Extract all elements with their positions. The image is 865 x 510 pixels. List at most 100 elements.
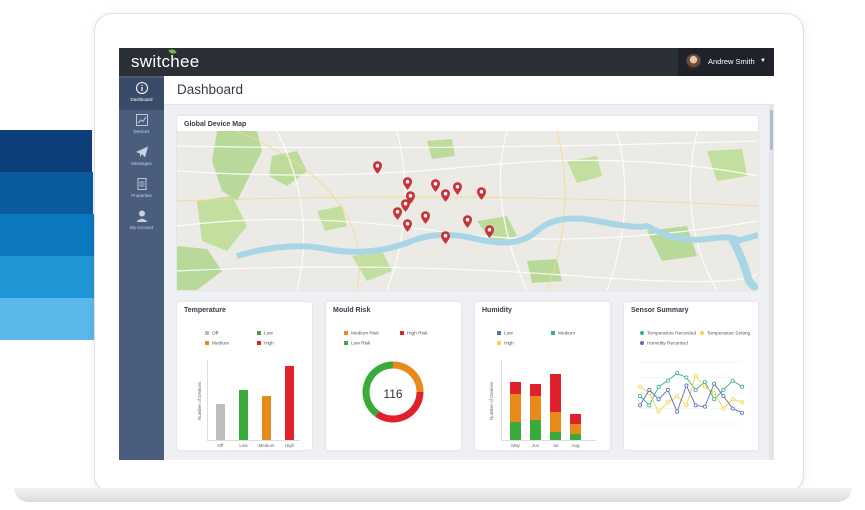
- data-point: [656, 409, 661, 414]
- legend-high: High: [257, 341, 274, 346]
- page-title: Dashboard: [177, 82, 244, 97]
- data-point: [693, 387, 698, 392]
- map-base: [177, 131, 758, 290]
- legend-label: Off: [212, 331, 219, 337]
- bar-segment: [550, 373, 561, 412]
- scrollbar-thumb[interactable]: [770, 110, 773, 150]
- data-point: [675, 371, 680, 376]
- paper-plane-icon: [119, 145, 164, 160]
- document-icon: [119, 177, 164, 192]
- user-icon: [119, 209, 164, 224]
- scrollbar-track[interactable]: [769, 105, 774, 460]
- sensor-summary-card: Sensor Summary Temperature Recorded Temp…: [624, 302, 758, 450]
- chart-line-icon: [119, 113, 164, 128]
- chevron-down-icon: ▼: [760, 58, 766, 64]
- app-screen: switchee Andrew Smith ▼ Dashboard Device…: [119, 48, 774, 460]
- data-point: [665, 387, 670, 392]
- data-point: [675, 394, 680, 399]
- data-point: [665, 378, 670, 383]
- bar: [262, 396, 271, 440]
- mould-risk-donut-chart: [362, 361, 424, 423]
- sidebar-item-label: Dashboard: [130, 97, 153, 102]
- map-pin-icon[interactable]: [453, 182, 462, 195]
- bar-segment: [510, 381, 521, 394]
- data-point: [730, 397, 735, 402]
- x-tick-label: Jul: [552, 443, 559, 448]
- data-point: [702, 404, 707, 409]
- bar-segment: [530, 384, 541, 396]
- data-point: [656, 397, 661, 402]
- data-point: [665, 400, 670, 405]
- device-map[interactable]: [177, 131, 758, 290]
- x-tick-label: Medium: [258, 443, 275, 448]
- data-point: [730, 406, 735, 411]
- bar-segment: [510, 393, 521, 423]
- data-point: [684, 375, 689, 380]
- map-pin-icon[interactable]: [421, 211, 430, 224]
- bar: [285, 365, 294, 440]
- temperature-bar-chart: Off Low Medium High: [207, 360, 300, 448]
- data-point: [721, 406, 726, 411]
- bar-segment: [530, 396, 541, 420]
- map-pin-icon[interactable]: [485, 225, 494, 238]
- card-title: Humidity: [482, 307, 512, 314]
- donut-center-value: 116: [383, 387, 403, 401]
- legend-label: Low: [264, 331, 273, 337]
- bar: [239, 390, 248, 440]
- sidebar-item-label: Devices: [133, 129, 150, 134]
- bar-segment: [530, 420, 541, 440]
- y-axis-label: Number of Devices: [489, 381, 494, 420]
- map-pin-icon[interactable]: [403, 177, 412, 190]
- card-title: Global Device Map: [184, 121, 247, 128]
- stripe: [0, 214, 94, 256]
- bar-segment: [570, 433, 581, 440]
- bar-segment: [570, 414, 581, 424]
- legend-label: High: [504, 341, 514, 347]
- data-point: [740, 400, 745, 405]
- map-pin-icon[interactable]: [477, 187, 486, 200]
- legend-medium: Medium: [205, 341, 229, 346]
- data-point: [656, 384, 661, 389]
- sidebar-item-dashboard[interactable]: Dashboard: [119, 78, 164, 110]
- data-point: [702, 384, 707, 389]
- data-point: [637, 403, 642, 408]
- data-point: [684, 383, 689, 388]
- mould-risk-card: Mould Risk Medium Risk High Risk Low Ris…: [326, 302, 461, 450]
- data-point: [712, 381, 717, 386]
- user-menu[interactable]: Andrew Smith ▼: [678, 48, 774, 76]
- map-pin-icon[interactable]: [373, 161, 382, 174]
- data-point: [637, 394, 642, 399]
- map-pin-icon[interactable]: [441, 189, 450, 202]
- map-pin-icon[interactable]: [463, 215, 472, 228]
- sidebar-item-label: Messages: [131, 161, 152, 166]
- bar: [216, 404, 225, 440]
- global-device-map-card: Global Device Map: [177, 116, 758, 290]
- data-point: [702, 379, 707, 384]
- bar-segment: [550, 432, 561, 440]
- sidebar-item-messages[interactable]: Messages: [119, 142, 164, 174]
- legend-label: High: [264, 341, 274, 347]
- laptop-base: [14, 488, 852, 502]
- bar-segment: [570, 424, 581, 434]
- legend-low: Low: [257, 331, 273, 336]
- sensor-line-chart: [637, 361, 745, 425]
- map-pin-icon[interactable]: [441, 231, 450, 244]
- map-pin-icon[interactable]: [403, 219, 412, 232]
- sidebar-item-label: My Account: [129, 225, 154, 230]
- data-point: [647, 387, 652, 392]
- data-point: [693, 373, 698, 378]
- data-point: [637, 384, 642, 389]
- app-logo[interactable]: switchee: [131, 48, 200, 72]
- map-pin-icon[interactable]: [401, 199, 410, 212]
- sidebar-item-my-account[interactable]: My Account: [119, 206, 164, 238]
- legend-medium: Medium: [551, 331, 575, 336]
- data-point: [675, 409, 680, 414]
- map-pin-icon[interactable]: [431, 179, 440, 192]
- sidebar-item-properties[interactable]: Properties: [119, 174, 164, 206]
- main-content: Dashboard Global Device Map Temperature …: [164, 76, 774, 460]
- legend-off: Off: [205, 331, 218, 336]
- stripe: [0, 172, 93, 214]
- y-axis-label: Number of Devices: [197, 381, 202, 420]
- humidity-stacked-bar-chart: May Jun Jul Aug: [501, 360, 596, 448]
- sidebar-item-devices[interactable]: Devices: [119, 110, 164, 142]
